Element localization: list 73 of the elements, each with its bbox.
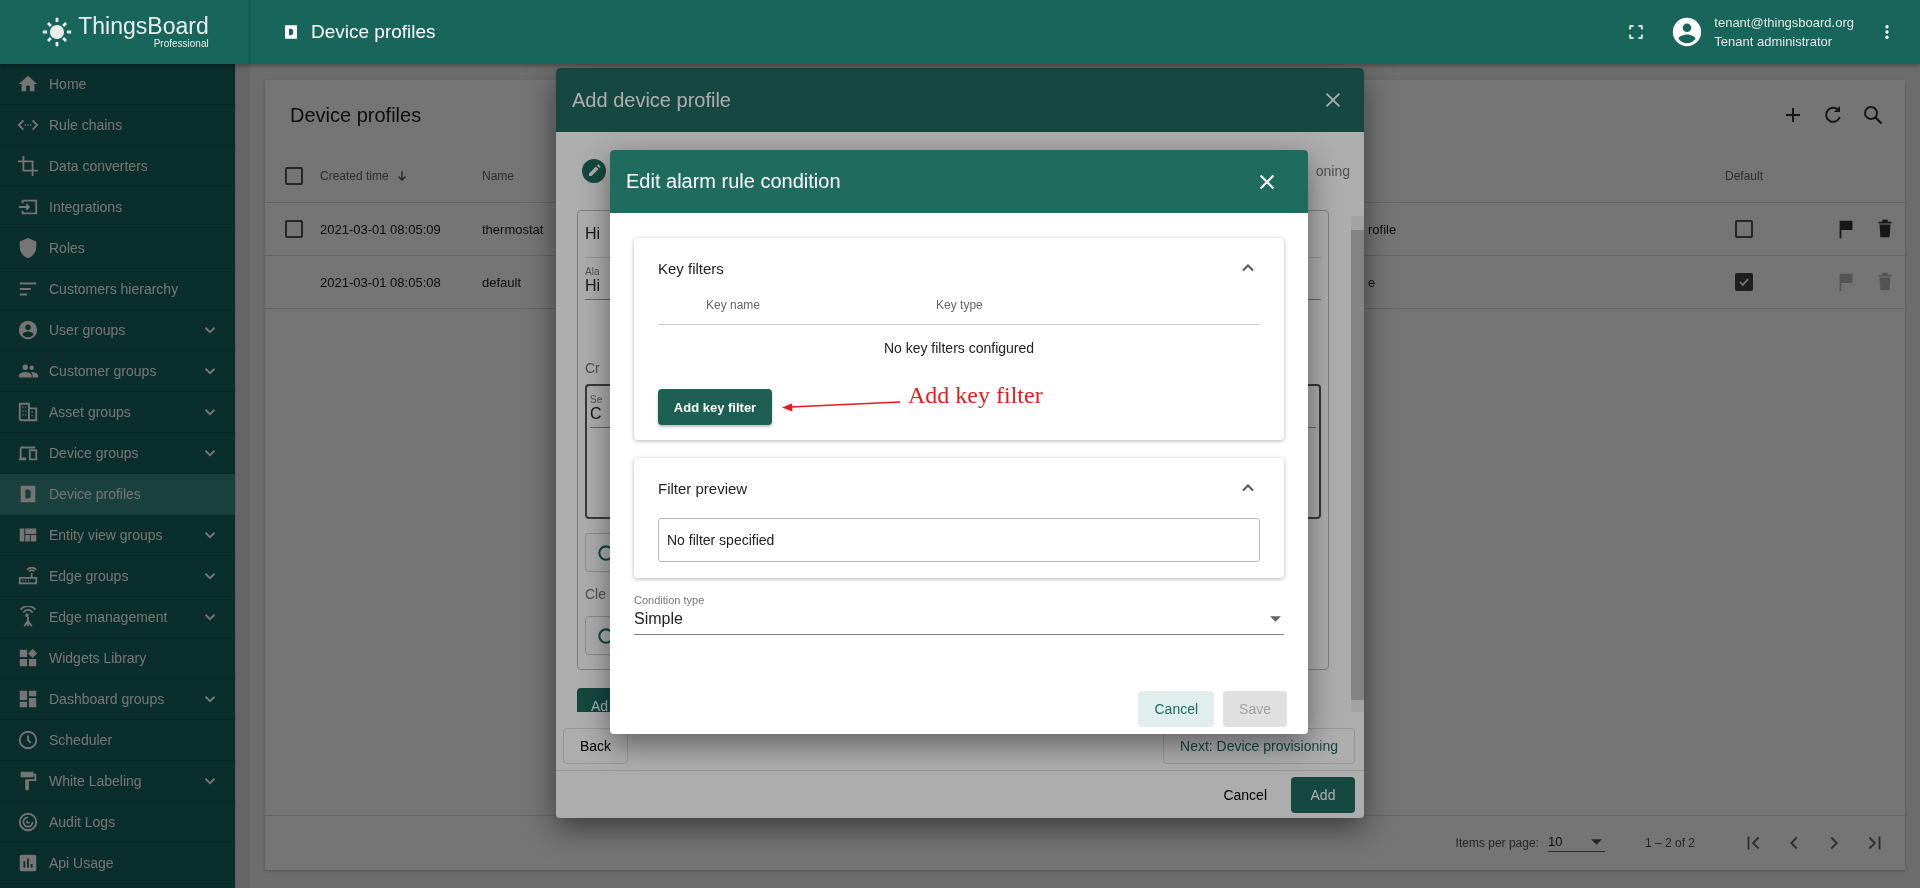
page-title: Device profiles bbox=[311, 21, 436, 43]
column-header[interactable]: Created time bbox=[320, 169, 389, 183]
field-label: Ala bbox=[585, 266, 600, 277]
sidebar-item[interactable]: Dashboard groups bbox=[0, 679, 235, 720]
filter-preview-field: No filter specified bbox=[658, 518, 1260, 562]
panel-title[interactable]: Key filters bbox=[658, 259, 724, 277]
scrollbar[interactable] bbox=[1351, 216, 1364, 712]
badge-icon bbox=[283, 23, 299, 41]
row-checkbox[interactable] bbox=[285, 220, 303, 238]
user-role: Tenant administrator bbox=[1714, 33, 1834, 51]
crop-icon bbox=[17, 155, 39, 177]
account-icon bbox=[17, 319, 39, 341]
sidebar-item[interactable]: User groups bbox=[0, 310, 235, 351]
logo-edition: Professional bbox=[153, 39, 209, 49]
sidebar-item[interactable]: Home bbox=[0, 64, 235, 105]
table-cell: 2021-03-01 08:05:08 bbox=[320, 274, 441, 290]
add-button[interactable]: Add bbox=[1291, 777, 1355, 813]
table-cell: e bbox=[1368, 274, 1376, 290]
sidebar-item[interactable]: Audit Logs bbox=[0, 802, 235, 843]
column-header: Key name bbox=[706, 298, 761, 312]
sidebar-item[interactable]: Entity view groups bbox=[0, 515, 235, 556]
condition-type-select[interactable]: Simple bbox=[634, 606, 1284, 635]
items-per-page-label: Items per page: bbox=[1455, 836, 1539, 850]
section-label: Cr bbox=[585, 360, 600, 376]
building-icon bbox=[17, 401, 39, 423]
sidebar-item[interactable]: Device profiles bbox=[0, 474, 235, 515]
cancel-button[interactable]: Cancel bbox=[1211, 777, 1279, 813]
column-header[interactable]: Name bbox=[482, 169, 514, 183]
table-title: Device profiles bbox=[290, 103, 422, 127]
back-button[interactable]: Back bbox=[563, 728, 629, 764]
search-icon[interactable] bbox=[1861, 103, 1885, 127]
bar-chart-icon bbox=[17, 852, 39, 874]
field-label: Condition type bbox=[634, 594, 706, 606]
scrollbar[interactable] bbox=[235, 64, 250, 888]
table-cell: default bbox=[482, 274, 522, 290]
panel-title[interactable]: Filter preview bbox=[658, 479, 748, 497]
sidebar-item[interactable]: Edge groups bbox=[0, 556, 235, 597]
sidebar-item[interactable]: Api Usage bbox=[0, 843, 235, 884]
user-email: tenant@thingsboard.org bbox=[1714, 14, 1854, 32]
empty-message: No key filters configured bbox=[883, 340, 1035, 356]
dropdown-arrow-icon bbox=[1590, 838, 1602, 845]
table-cell: rofile bbox=[1368, 221, 1397, 237]
dashboard-icon bbox=[17, 688, 39, 710]
router-icon bbox=[17, 565, 39, 587]
clock-icon bbox=[17, 729, 39, 751]
target-icon bbox=[17, 811, 39, 833]
sidebar-item[interactable]: Widgets Library bbox=[0, 638, 235, 679]
select-all-checkbox[interactable] bbox=[285, 167, 303, 185]
step-label[interactable]: oning bbox=[1315, 163, 1350, 179]
table-cell: thermostat bbox=[482, 221, 544, 237]
table-cell: 2021-03-01 08:05:09 bbox=[320, 221, 441, 237]
page-size-select[interactable]: 10 bbox=[1547, 834, 1605, 852]
pencil-step-icon bbox=[582, 159, 606, 183]
dialog-title: Edit alarm rule condition bbox=[626, 170, 842, 193]
page-range: 1 – 2 of 2 bbox=[1644, 836, 1695, 850]
shield-icon bbox=[17, 237, 39, 259]
sidebar-item[interactable]: Customer groups bbox=[0, 351, 235, 392]
section-label: Cle bbox=[585, 586, 606, 603]
widgets-icon bbox=[17, 647, 39, 669]
cancel-button[interactable]: Cancel bbox=[1138, 691, 1215, 727]
column-header[interactable]: Default bbox=[1725, 169, 1764, 183]
field-value: Hi bbox=[585, 225, 601, 243]
antenna-icon bbox=[17, 606, 39, 628]
more-menu-icon[interactable] bbox=[1884, 23, 1890, 41]
field-label: Se bbox=[590, 394, 603, 405]
sidebar-item[interactable]: Asset groups bbox=[0, 392, 235, 433]
sidebar-item[interactable]: Roles bbox=[0, 228, 235, 269]
dialog-title: Add device profile bbox=[572, 88, 732, 112]
annotation-text: Add key filter bbox=[908, 382, 1043, 409]
column-header: Key type bbox=[936, 298, 983, 312]
sidebar-item[interactable]: White Labeling bbox=[0, 761, 235, 802]
add-key-filter-button[interactable]: Add key filter bbox=[658, 389, 772, 425]
dropdown-arrow-icon bbox=[1270, 616, 1281, 622]
